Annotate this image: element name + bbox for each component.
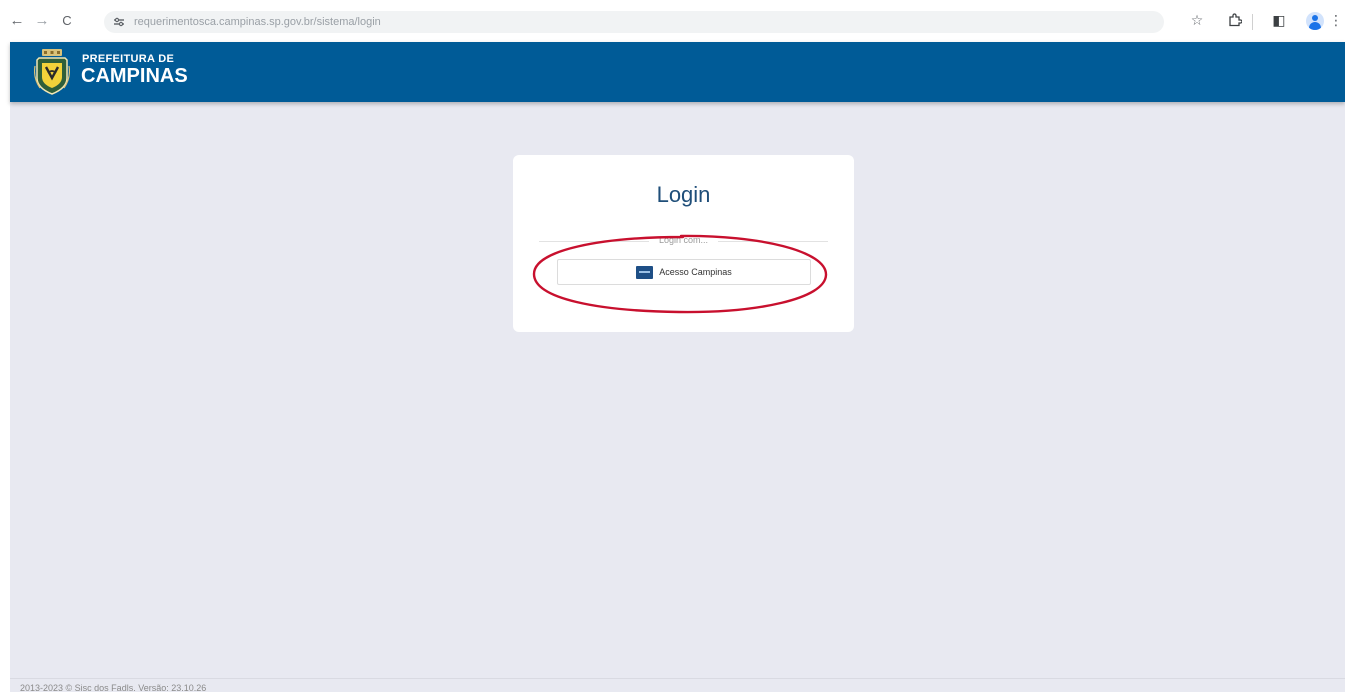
side-panel-icon: ◧ xyxy=(1272,11,1286,28)
side-panel-button[interactable]: ◧ xyxy=(1270,11,1288,29)
login-with-label: Login com... xyxy=(658,235,709,245)
bookmark-button[interactable]: ☆ xyxy=(1188,11,1206,29)
brand-name: CAMPINAS xyxy=(81,65,188,87)
reload-icon: C xyxy=(62,12,72,28)
page-body: PREFEITURA DE CAMPINAS Login Login com..… xyxy=(10,42,1345,693)
browser-menu-button[interactable]: ⋮ xyxy=(1329,11,1343,29)
acesso-campinas-label: Acesso Campinas xyxy=(659,267,732,277)
avatar-body xyxy=(1309,22,1321,30)
star-icon: ☆ xyxy=(1190,11,1204,28)
more-vert-icon: ⋮ xyxy=(1329,11,1343,28)
address-bar[interactable]: requerimentosca.campinas.sp.gov.br/siste… xyxy=(104,11,1164,33)
back-arrow-icon: ← xyxy=(9,11,25,29)
toolbar-separator xyxy=(1252,14,1253,30)
profile-button[interactable] xyxy=(1306,12,1324,30)
avatar-head xyxy=(1312,15,1318,21)
back-button[interactable]: ← xyxy=(8,11,26,29)
url-text[interactable]: requerimentosca.campinas.sp.gov.br/siste… xyxy=(134,15,381,29)
extensions-button[interactable] xyxy=(1226,11,1244,29)
login-card: Login Login com... Acesso Campinas xyxy=(513,155,854,332)
reload-button[interactable]: C xyxy=(58,11,76,29)
acesso-campinas-icon xyxy=(636,265,654,279)
divider-right xyxy=(718,241,828,242)
acesso-campinas-button[interactable]: Acesso Campinas xyxy=(557,259,811,285)
coat-of-arms-logo[interactable] xyxy=(34,48,70,96)
page-footer: 2013-2023 © Sisc dos Fadls. Versão: 23.1… xyxy=(10,678,1345,693)
site-info-icon[interactable] xyxy=(112,15,126,29)
browser-toolbar: ← → C requerimentosca.campinas.sp.gov.br… xyxy=(0,0,1345,42)
login-title: Login xyxy=(656,182,711,207)
site-header: PREFEITURA DE CAMPINAS xyxy=(10,42,1345,102)
forward-button[interactable]: → xyxy=(33,11,51,29)
forward-arrow-icon: → xyxy=(34,11,50,29)
puzzle-icon xyxy=(1229,13,1242,27)
